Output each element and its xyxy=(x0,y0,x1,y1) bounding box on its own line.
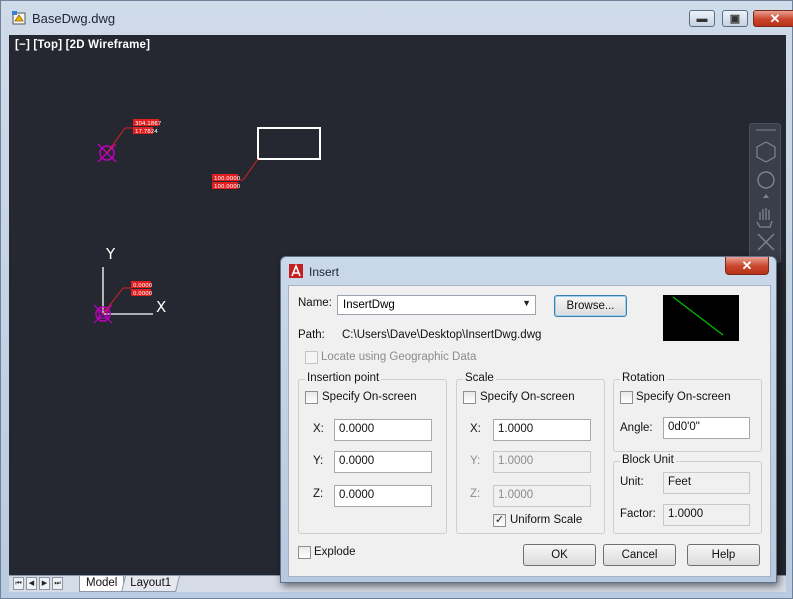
unit-value: Feet xyxy=(663,472,750,494)
block-unit-group: Block Unit Unit: Feet Factor: 1.0000 xyxy=(613,454,762,534)
next-tab-button[interactable]: ▶ xyxy=(39,577,50,590)
insertion-x-input[interactable]: 0.0000 xyxy=(334,419,432,441)
insertion-specify-label: Specify On-screen xyxy=(322,391,417,403)
factor-value: 1.0000 xyxy=(663,504,750,526)
scale-z-input[interactable]: 1.0000 xyxy=(493,485,591,507)
angle-input[interactable]: 0d0'0" xyxy=(663,417,750,439)
navigation-bar-icons xyxy=(756,129,776,251)
dialog-close-button[interactable]: ✕ xyxy=(725,257,769,275)
uniform-scale-label: Uniform Scale xyxy=(510,514,583,526)
rotation-specify-label: Specify On-screen xyxy=(636,391,731,403)
window-titlebar[interactable]: BaseDwg.dwg ▬ ▣ ✕ xyxy=(1,1,793,37)
dialog-titlebar[interactable]: Insert ✕ xyxy=(281,257,776,285)
insertion-z-input[interactable]: 0.0000 xyxy=(334,485,432,507)
factor-label: Factor: xyxy=(620,508,656,520)
dialog-title: Insert xyxy=(309,265,340,279)
cancel-button[interactable]: Cancel xyxy=(603,544,676,566)
scale-y-label: Y: xyxy=(470,455,481,467)
insert-dialog: Insert ✕ Name: InsertDwg ▼ Browse... Pat… xyxy=(280,256,777,583)
dialog-body: Name: InsertDwg ▼ Browse... Path: C:\Use… xyxy=(288,285,771,577)
ucs-icon: Y X xyxy=(102,245,166,316)
scale-title: Scale xyxy=(463,372,496,384)
annotation-text: 304.1867 xyxy=(135,121,162,127)
uniform-scale-checkbox[interactable]: ✓ xyxy=(493,514,506,527)
drawing-file-icon xyxy=(12,11,26,25)
scale-x-input[interactable]: 1.0000 xyxy=(493,419,591,441)
last-tab-button[interactable]: ⏭ xyxy=(52,577,63,590)
insertion-y-label: Y: xyxy=(313,455,324,467)
annotation-text: 100.0000 xyxy=(214,184,241,190)
explode-checkbox[interactable] xyxy=(298,546,311,559)
prev-tab-button[interactable]: ◀ xyxy=(26,577,37,590)
close-icon: ✕ xyxy=(769,10,781,26)
rectangle-object[interactable] xyxy=(257,127,321,160)
close-icon: ✕ xyxy=(741,258,753,273)
unit-label: Unit: xyxy=(620,476,644,488)
chevron-down-icon: ▼ xyxy=(522,298,531,308)
ok-button[interactable]: OK xyxy=(523,544,596,566)
ucs-y-label: Y xyxy=(105,245,116,263)
window-title: BaseDwg.dwg xyxy=(32,11,116,26)
block-preview xyxy=(663,295,739,341)
ucs-x-label: X xyxy=(156,298,166,316)
rotation-group: Rotation Specify On-screen Angle: 0d0'0" xyxy=(613,372,762,452)
browse-button[interactable]: Browse... xyxy=(554,295,627,317)
name-dropdown[interactable]: InsertDwg ▼ xyxy=(337,295,536,315)
explode-label: Explode xyxy=(314,546,356,558)
insertion-x-label: X: xyxy=(313,423,324,435)
scale-z-label: Z: xyxy=(470,488,481,500)
annotation-text: 17.7824 xyxy=(135,129,158,135)
tab-layout1[interactable]: Layout1 xyxy=(121,576,180,592)
annotation-text: 0.0000 xyxy=(133,291,153,297)
name-label: Name: xyxy=(298,297,332,309)
insertion-specify-checkbox[interactable] xyxy=(305,391,318,404)
maximize-button[interactable]: ▣ xyxy=(722,10,748,27)
scale-group: Scale Specify On-screen X: 1.0000 Y: 1.0… xyxy=(456,372,605,534)
scale-y-input[interactable]: 1.0000 xyxy=(493,451,591,473)
path-label: Path: xyxy=(298,329,325,341)
insertion-point-title: Insertion point xyxy=(305,372,382,384)
scale-specify-label: Specify On-screen xyxy=(480,391,575,403)
scale-x-label: X: xyxy=(470,423,481,435)
name-value: InsertDwg xyxy=(343,299,395,311)
tab-model[interactable]: Model xyxy=(79,576,125,592)
insertion-z-label: Z: xyxy=(313,488,324,500)
annotation-text: 0.0000 xyxy=(133,283,153,289)
scale-specify-checkbox[interactable] xyxy=(463,391,476,404)
maximize-icon: ▣ xyxy=(729,13,741,25)
rotation-title: Rotation xyxy=(620,372,667,384)
insertion-marker-icon: 304.1867 17.7824 xyxy=(97,119,162,163)
insertion-point-group: Insertion point Specify On-screen X: 0.0… xyxy=(298,372,447,534)
autocad-logo-icon xyxy=(289,264,303,278)
preview-line xyxy=(672,296,724,336)
minimize-button[interactable]: ▬ xyxy=(689,10,715,27)
minimize-icon: ▬ xyxy=(696,12,708,25)
angle-label: Angle: xyxy=(620,422,653,434)
first-tab-button[interactable]: ⏮ xyxy=(13,577,24,590)
annotation-text: 100.0000 xyxy=(214,176,241,182)
geographic-data-checkbox[interactable] xyxy=(305,351,318,364)
insertion-y-input[interactable]: 0.0000 xyxy=(334,451,432,473)
help-button[interactable]: Help xyxy=(687,544,760,566)
rotation-specify-checkbox[interactable] xyxy=(620,391,633,404)
tab-layout1-label: Layout1 xyxy=(130,577,172,589)
navigation-bar[interactable] xyxy=(749,123,781,263)
path-value: C:\Users\Dave\Desktop\InsertDwg.dwg xyxy=(342,329,542,341)
block-unit-title: Block Unit xyxy=(620,454,676,466)
close-button[interactable]: ✕ xyxy=(753,10,793,27)
rectangle-dimension-annotation: 100.0000 100.0000 xyxy=(212,158,259,190)
geographic-data-label: Locate using Geographic Data xyxy=(321,351,477,363)
